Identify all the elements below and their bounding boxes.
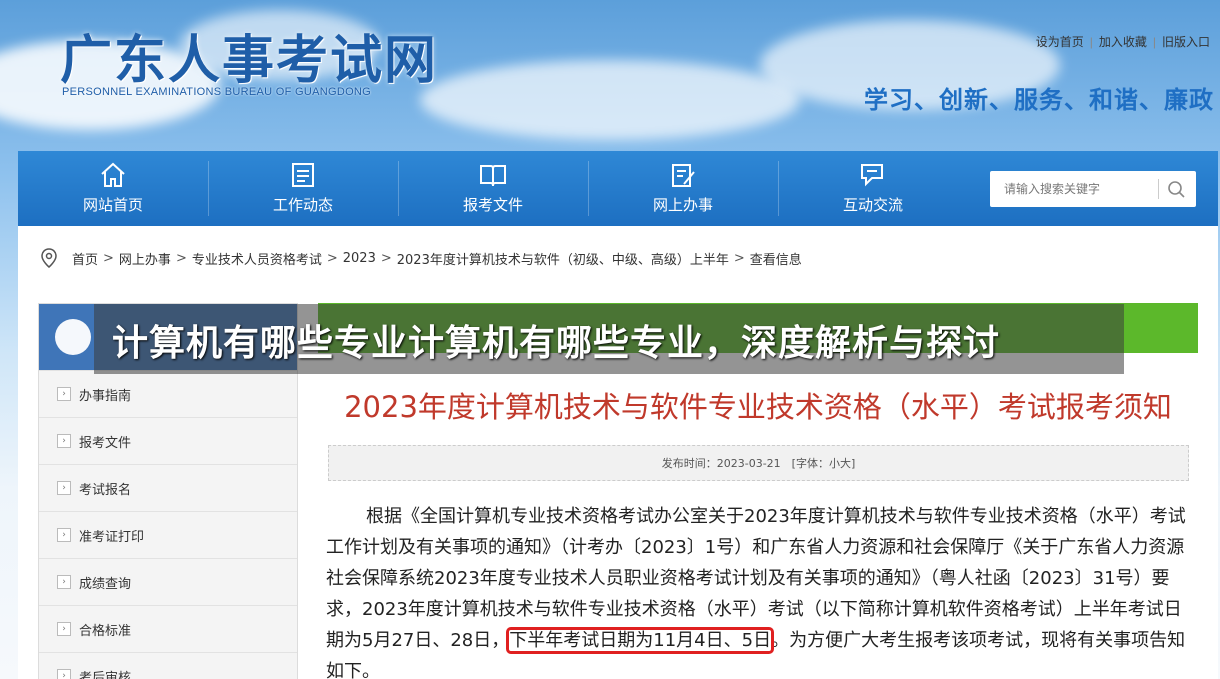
nav-item-work-news[interactable]: 工作动态 (208, 151, 398, 226)
arrow-right-icon: › (57, 669, 71, 679)
sidebar-item-post-exam-review[interactable]: › 考后审核 (39, 652, 297, 679)
edit-doc-icon (672, 164, 695, 187)
search-icon[interactable] (1162, 177, 1190, 201)
sidebar-item-admission-ticket[interactable]: › 准考证打印 (39, 511, 297, 558)
search-divider (1158, 179, 1159, 199)
breadcrumb-exam-session[interactable]: 2023年度计算机技术与软件（初级、中级、高级）上半年 (397, 249, 729, 268)
main-nav: 网站首页 工作动态 报考文件 网上办事 互动交流 (18, 151, 1218, 226)
arrow-right-icon: › (57, 575, 71, 589)
article-meta: 发布时间：2023-03-21 [字体：小大] (328, 445, 1189, 481)
chat-icon (861, 164, 883, 187)
top-links: 设为首页 | 加入收藏 | 旧版入口 (1035, 35, 1210, 49)
site-logo-title[interactable]: 广东人事考试网 (60, 18, 438, 93)
add-favorite-link[interactable]: 加入收藏 (1099, 35, 1147, 49)
arrow-right-icon: › (57, 622, 71, 636)
sidebar-item-score-query[interactable]: › 成绩查询 (39, 558, 297, 605)
sidebar-item-label: 办事指南 (79, 388, 132, 404)
list-icon (292, 163, 314, 187)
set-homepage-link[interactable]: 设为首页 (1036, 35, 1084, 49)
sidebar-item-label: 考试报名 (79, 482, 132, 498)
sidebar-item-label: 成绩查询 (79, 576, 132, 592)
old-version-link[interactable]: 旧版入口 (1162, 35, 1210, 49)
breadcrumb-online-service[interactable]: 网上办事 (119, 249, 171, 268)
breadcrumb-home[interactable]: 首页 (72, 249, 98, 268)
sidebar-item-guide[interactable]: › 办事指南 (39, 370, 297, 417)
arrow-right-icon: › (57, 528, 71, 542)
nav-item-label: 报考文件 (462, 196, 523, 214)
search-input[interactable] (990, 171, 1158, 207)
article-title: 2023年度计算机技术与软件专业技术资格（水平）考试报考须知 (344, 390, 1172, 424)
article-body: 根据《全国计算机专业技术资格考试办公室关于2023年度计算机技术与软件专业技术资… (326, 501, 1194, 679)
sidebar-item-label: 报考文件 (79, 435, 132, 451)
arrow-right-icon: › (57, 434, 71, 448)
arrow-right-icon: › (57, 481, 71, 495)
nav-item-exam-docs[interactable]: 报考文件 (398, 151, 588, 226)
search-box (990, 171, 1196, 207)
nav-item-interaction[interactable]: 互动交流 (778, 151, 968, 226)
arrow-right-icon: › (57, 387, 71, 401)
sidebar-item-exam-docs[interactable]: › 报考文件 (39, 417, 297, 464)
sidebar-item-registration[interactable]: › 考试报名 (39, 464, 297, 511)
nav-item-label: 互动交流 (842, 196, 903, 214)
site-slogan: 学习、创新、服务、和谐、廉政 (864, 86, 1214, 114)
breadcrumb: 首页 > 网上办事 > 专业技术人员资格考试 > 2023 > 2023年度计算机技术与… (40, 248, 802, 268)
site-logo-subtitle: PERSONNEL EXAMINATIONS BUREAU OF GUANGDO… (62, 86, 372, 98)
location-pin-icon (41, 248, 57, 268)
main-content: 首页 > 网上办事 > 专业技术人员资格考试 > 2023 > 2023年度计算机技术与… (18, 226, 1218, 679)
cloud-decoration (420, 60, 800, 140)
sidebar-item-label: 准考证打印 (79, 529, 145, 545)
nav-item-label: 网上办事 (652, 196, 713, 214)
page: 广东人事考试网 PERSONNEL EXAMINATIONS BUREAU OF… (0, 0, 1220, 679)
breadcrumb-professional-exam[interactable]: 专业技术人员资格考试 (192, 249, 322, 268)
nav-item-label: 工作动态 (272, 196, 333, 214)
sidebar-item-label: 考后审核 (79, 670, 132, 679)
highlighted-exam-date: 下半年考试日期为11月4日、5日 (506, 627, 775, 654)
sidebar-item-pass-standard[interactable]: › 合格标准 (39, 605, 297, 652)
breadcrumb-year[interactable]: 2023 (343, 251, 376, 266)
nav-item-online-service[interactable]: 网上办事 (588, 151, 778, 226)
disk-icon (55, 319, 91, 355)
sidebar-item-label: 合格标准 (79, 623, 132, 639)
headline-overlay: 计算机有哪些专业计算机有哪些专业，深度解析与探讨 (94, 304, 1124, 374)
home-icon (101, 162, 125, 187)
breadcrumb-current: 查看信息 (749, 252, 802, 268)
book-icon (480, 165, 506, 187)
nav-item-label: 网站首页 (82, 196, 143, 214)
nav-item-home[interactable]: 网站首页 (18, 151, 208, 226)
overlay-headline: 计算机有哪些专业计算机有哪些专业，深度解析与探讨 (112, 323, 1001, 364)
